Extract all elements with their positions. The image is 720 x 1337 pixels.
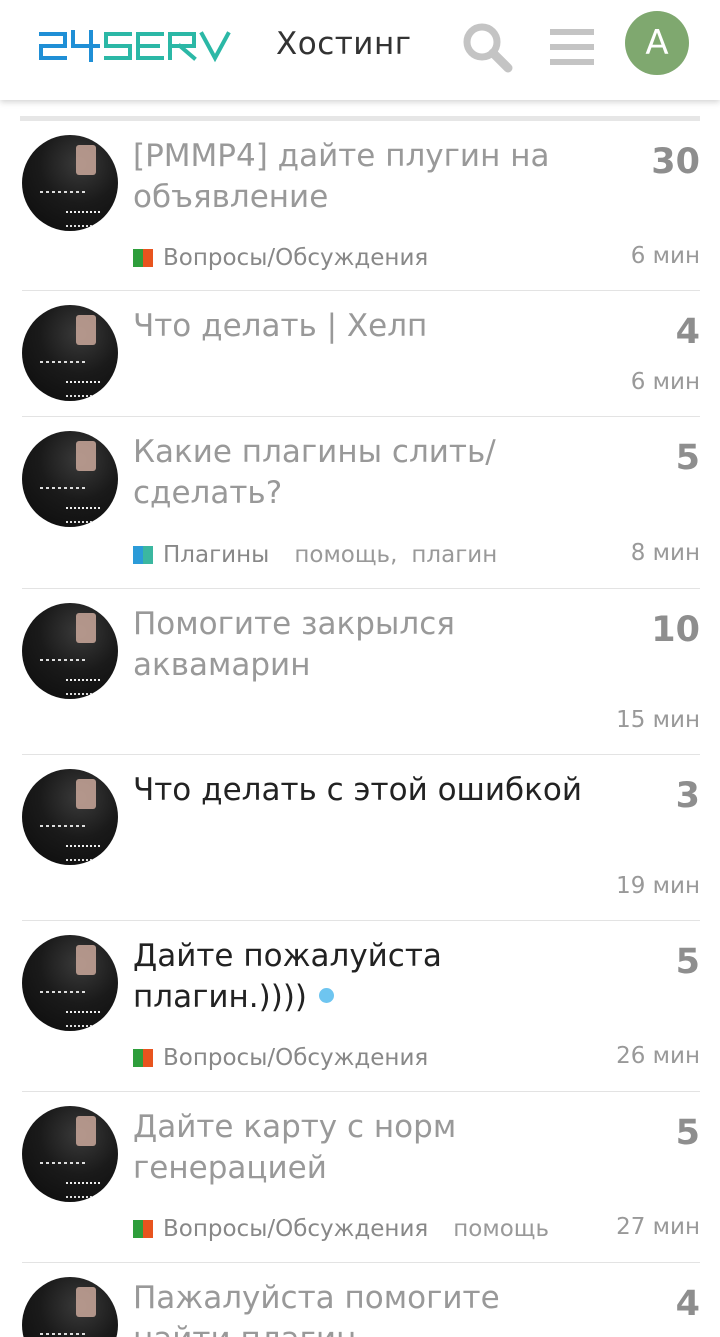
search-icon: [463, 23, 513, 73]
topic-row[interactable]: Дайте пожалуйста плагин.)))) 5 Вопросы/О…: [22, 921, 700, 1092]
topic-row[interactable]: Что делать | Хелп 4 6 мин: [22, 291, 700, 417]
top-header: Хостинг A: [0, 0, 720, 100]
topic-title-link[interactable]: [PMMP4] дайте плугин на объявление: [133, 136, 593, 218]
poster-avatar[interactable]: [22, 1277, 118, 1337]
post-count[interactable]: 5: [676, 1113, 700, 1153]
topic-list: [PMMP4] дайте плугин на объявление 30 Во…: [20, 116, 700, 1337]
activity-time[interactable]: 8 мин: [631, 540, 700, 566]
category-link[interactable]: Вопросы/Обсуждения: [163, 1045, 428, 1071]
post-count[interactable]: 30: [651, 142, 700, 182]
category-badge: [133, 546, 153, 564]
poster-avatar[interactable]: [22, 769, 118, 865]
topic-meta: Вопросы/Обсуждения помощь: [133, 1216, 549, 1242]
site-logo[interactable]: [38, 26, 238, 66]
avatar-letter: A: [645, 23, 669, 63]
topic-meta: Вопросы/Обсуждения: [133, 1045, 428, 1071]
category-link[interactable]: Вопросы/Обсуждения: [163, 245, 428, 271]
poster-avatar[interactable]: [22, 603, 118, 699]
topic-title-text: Дайте пожалуйста плагин.)))): [133, 938, 442, 1015]
topic-row[interactable]: Пажалуйста помогите найти плагин 4: [22, 1263, 700, 1337]
topic-row[interactable]: Какие плагины слить/сделать? 5 Плагины п…: [22, 417, 700, 589]
topic-title-link[interactable]: Что делать | Хелп: [133, 306, 593, 347]
hamburger-menu-icon: [550, 29, 594, 65]
topic-title-link[interactable]: Какие плагины слить/сделать?: [133, 432, 593, 514]
category-badge: [133, 1220, 153, 1238]
user-avatar-button[interactable]: A: [625, 11, 689, 75]
topic-title-link[interactable]: Пажалуйста помогите найти плагин: [133, 1278, 593, 1337]
activity-time[interactable]: 15 мин: [616, 707, 700, 733]
hamburger-menu-button[interactable]: [544, 16, 600, 78]
topic-title-link[interactable]: Дайте пожалуйста плагин.)))): [133, 936, 593, 1018]
activity-time[interactable]: 6 мин: [631, 369, 700, 395]
category-link[interactable]: Вопросы/Обсуждения: [163, 1216, 428, 1242]
topic-title-link[interactable]: Что делать с этой ошибкой: [133, 770, 593, 811]
activity-time[interactable]: 6 мин: [631, 243, 700, 269]
new-topic-dot-icon: [319, 988, 335, 1003]
topic-title-link[interactable]: Помогите закрылся аквамарин: [133, 604, 593, 686]
category-badge: [133, 249, 153, 267]
activity-time[interactable]: 19 мин: [616, 873, 700, 899]
poster-avatar[interactable]: [22, 1106, 118, 1202]
post-count[interactable]: 10: [651, 610, 700, 650]
post-count[interactable]: 4: [676, 312, 700, 352]
search-button[interactable]: [456, 16, 518, 78]
topic-row[interactable]: Дайте карту с норм генерацией 5 Вопросы/…: [22, 1092, 700, 1263]
topic-row[interactable]: Помогите закрылся аквамарин 10 15 мин: [22, 589, 700, 755]
topic-meta: Плагины помощь, плагин: [133, 542, 497, 568]
topic-row[interactable]: Что делать с этой ошибкой 3 19 мин: [22, 755, 700, 921]
poster-avatar[interactable]: [22, 935, 118, 1031]
post-count[interactable]: 5: [676, 438, 700, 478]
tag-link[interactable]: плагин: [411, 542, 497, 568]
activity-time[interactable]: 26 мин: [616, 1043, 700, 1069]
tag-link[interactable]: помощь,: [294, 542, 397, 568]
poster-avatar[interactable]: [22, 431, 118, 527]
post-count[interactable]: 3: [676, 776, 700, 816]
activity-time[interactable]: 27 мин: [616, 1214, 700, 1240]
topic-row[interactable]: [PMMP4] дайте плугин на объявление 30 Во…: [22, 121, 700, 291]
poster-avatar[interactable]: [22, 305, 118, 401]
category-link[interactable]: Плагины: [163, 542, 269, 568]
topic-title-link[interactable]: Дайте карту с норм генерацией: [133, 1107, 593, 1189]
tag-link[interactable]: помощь: [453, 1216, 549, 1242]
post-count[interactable]: 4: [676, 1284, 700, 1324]
poster-avatar[interactable]: [22, 135, 118, 231]
category-title[interactable]: Хостинг: [276, 26, 412, 62]
category-badge: [133, 1049, 153, 1067]
post-count[interactable]: 5: [676, 942, 700, 982]
logo-graphic: [39, 30, 231, 63]
topic-meta: Вопросы/Обсуждения: [133, 245, 428, 271]
